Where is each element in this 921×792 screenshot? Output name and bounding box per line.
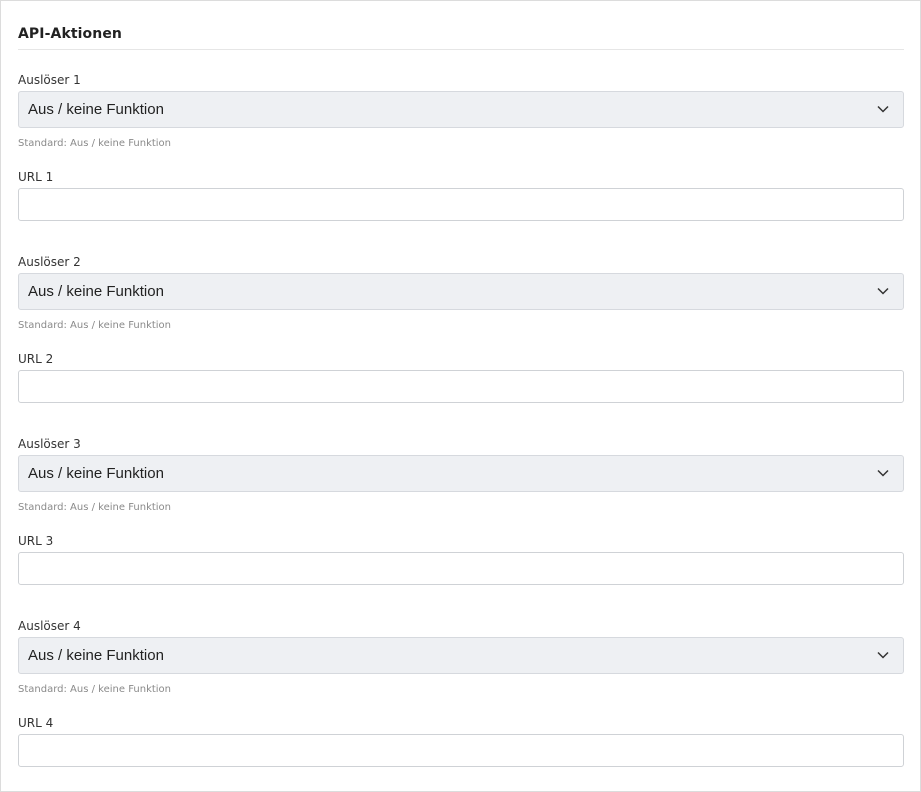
trigger-2-select[interactable]: Aus / keine Funktion: [18, 273, 904, 310]
trigger-4-hint: Standard: Aus / keine Funktion: [18, 684, 172, 695]
trigger-1-select[interactable]: Aus / keine Funktion: [18, 91, 904, 128]
trigger-4-select[interactable]: Aus / keine Funktion: [18, 637, 904, 674]
section-divider: [18, 49, 904, 50]
trigger-3-select[interactable]: Aus / keine Funktion: [18, 455, 904, 492]
url-2-input[interactable]: [18, 370, 904, 403]
trigger-4-selected-value: Aus / keine Funktion: [28, 647, 164, 664]
trigger-3-label: Auslöser 3: [18, 437, 81, 451]
chevron-down-icon: [877, 651, 889, 659]
trigger-2-selected-value: Aus / keine Funktion: [28, 283, 164, 300]
trigger-4-label: Auslöser 4: [18, 619, 81, 633]
trigger-1-hint: Standard: Aus / keine Funktion: [18, 138, 172, 149]
trigger-1-label: Auslöser 1: [18, 73, 81, 87]
trigger-3-selected-value: Aus / keine Funktion: [28, 465, 164, 482]
trigger-group-3: Auslöser 3 Aus / keine Funktion Standard…: [18, 420, 904, 602]
trigger-1-selected-value: Aus / keine Funktion: [28, 101, 164, 118]
api-actions-panel: API-Aktionen Auslöser 1 Aus / keine Funk…: [0, 0, 921, 792]
url-2-label: URL 2: [18, 352, 54, 366]
url-3-input[interactable]: [18, 552, 904, 585]
url-1-input[interactable]: [18, 188, 904, 221]
chevron-down-icon: [877, 469, 889, 477]
chevron-down-icon: [877, 287, 889, 295]
url-3-label: URL 3: [18, 534, 54, 548]
trigger-group-4: Auslöser 4 Aus / keine Funktion Standard…: [18, 602, 904, 784]
url-1-label: URL 1: [18, 170, 54, 184]
trigger-2-hint: Standard: Aus / keine Funktion: [18, 320, 172, 331]
trigger-2-label: Auslöser 2: [18, 255, 81, 269]
trigger-group-2: Auslöser 2 Aus / keine Funktion Standard…: [18, 238, 904, 420]
url-4-label: URL 4: [18, 716, 54, 730]
chevron-down-icon: [877, 105, 889, 113]
url-4-input[interactable]: [18, 734, 904, 767]
trigger-group-1: Auslöser 1 Aus / keine Funktion Standard…: [18, 56, 904, 238]
section-title: API-Aktionen: [18, 26, 122, 42]
trigger-3-hint: Standard: Aus / keine Funktion: [18, 502, 172, 513]
